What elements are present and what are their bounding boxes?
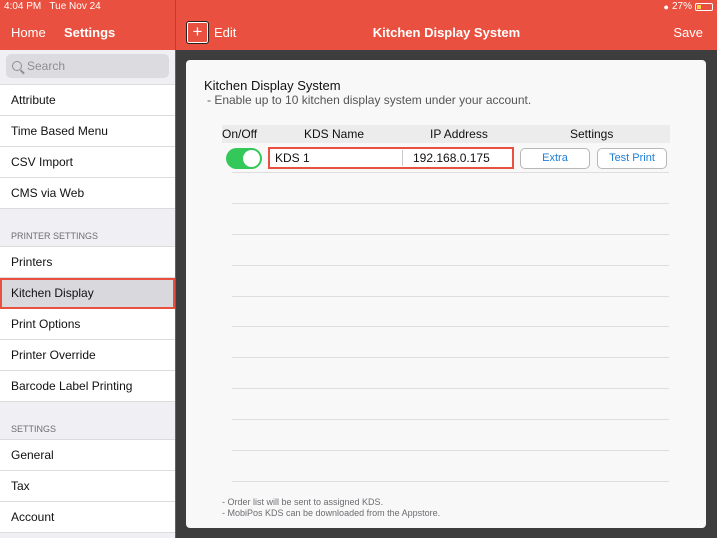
row-divider [232,450,669,451]
battery-icon [695,2,713,11]
column-settings: Settings [570,127,614,141]
section-settings: SETTINGS [11,424,57,434]
sidebar-item-print-options[interactable]: Print Options [0,309,175,340]
sidebar-item-printers[interactable]: Printers [0,247,175,278]
table-header: On/Off KDS Name IP Address Settings [222,125,670,143]
sidebar-group-1: Attribute Time Based Menu CSV Import CMS… [0,84,175,209]
sidebar-item-kitchen-display[interactable]: Kitchen Display [0,278,175,309]
settings-title: Settings [64,25,116,40]
sidebar-item-barcode-label-printing[interactable]: Barcode Label Printing [0,371,175,402]
sidebar-item-account[interactable]: Account [0,502,175,533]
sidebar-group-2: Printers Kitchen Display Print Options P… [0,246,175,402]
row-divider [232,357,669,358]
kds-name-field[interactable]: KDS 1 [275,151,310,165]
column-onoff: On/Off [222,127,258,141]
kds-row-fields: KDS 1 192.168.0.175 [268,147,514,169]
search-placeholder: Search [27,59,66,73]
panel-title: Kitchen Display System [204,78,341,93]
row-divider [232,419,669,420]
search-input[interactable]: Search [6,54,169,78]
note-line-1: - Order list will be sent to assigned KD… [222,497,384,507]
note-line-2: - MobiPos KDS can be downloaded from the… [222,508,441,518]
row-divider [232,203,669,204]
wifi-icon: ● [663,1,669,12]
sidebar-item-cms-via-web[interactable]: CMS via Web [0,178,175,209]
status-time: 4:04 PM Tue Nov 24 [4,1,101,12]
panel-subtitle: - Enable up to 10 kitchen display system… [207,93,532,107]
sidebar-item-printer-override[interactable]: Printer Override [0,340,175,371]
battery-percent: 27% [671,1,692,12]
sidebar-item-general[interactable]: General [0,440,175,471]
row-divider [232,481,669,482]
field-divider [402,150,403,166]
sidebar-item-csv-import[interactable]: CSV Import [0,147,175,178]
ip-address-field[interactable]: 192.168.0.175 [413,151,490,165]
kds-panel: Kitchen Display System - Enable up to 10… [186,60,706,528]
status-indicators: ● 27% [664,1,713,12]
test-print-button[interactable]: Test Print [597,148,667,169]
sidebar: Search Attribute Time Based Menu CSV Imp… [0,50,175,538]
home-button[interactable]: Home [11,25,46,40]
main-header: ● 27% + Edit Kitchen Display System Save [176,0,717,50]
save-button[interactable]: Save [673,25,703,40]
row-divider [232,326,669,327]
row-divider [232,265,669,266]
sidebar-header: 4:04 PM Tue Nov 24 Home Settings [0,0,175,50]
kds-enable-toggle[interactable] [226,148,262,169]
sidebar-group-3: General Tax Account [0,439,175,533]
row-divider [232,172,669,173]
split-divider [175,0,176,538]
sidebar-item-time-based-menu[interactable]: Time Based Menu [0,116,175,147]
page-title: Kitchen Display System [372,25,521,40]
extra-button[interactable]: Extra [520,148,590,169]
row-divider [232,296,669,297]
sidebar-item-attribute[interactable]: Attribute [0,85,175,116]
section-printer-settings: PRINTER SETTINGS [11,231,99,241]
column-kds-name: KDS Name [304,127,365,141]
row-divider [232,234,669,235]
search-icon [12,61,22,71]
row-divider [232,388,669,389]
column-ip-address: IP Address [430,127,488,141]
sidebar-item-tax[interactable]: Tax [0,471,175,502]
